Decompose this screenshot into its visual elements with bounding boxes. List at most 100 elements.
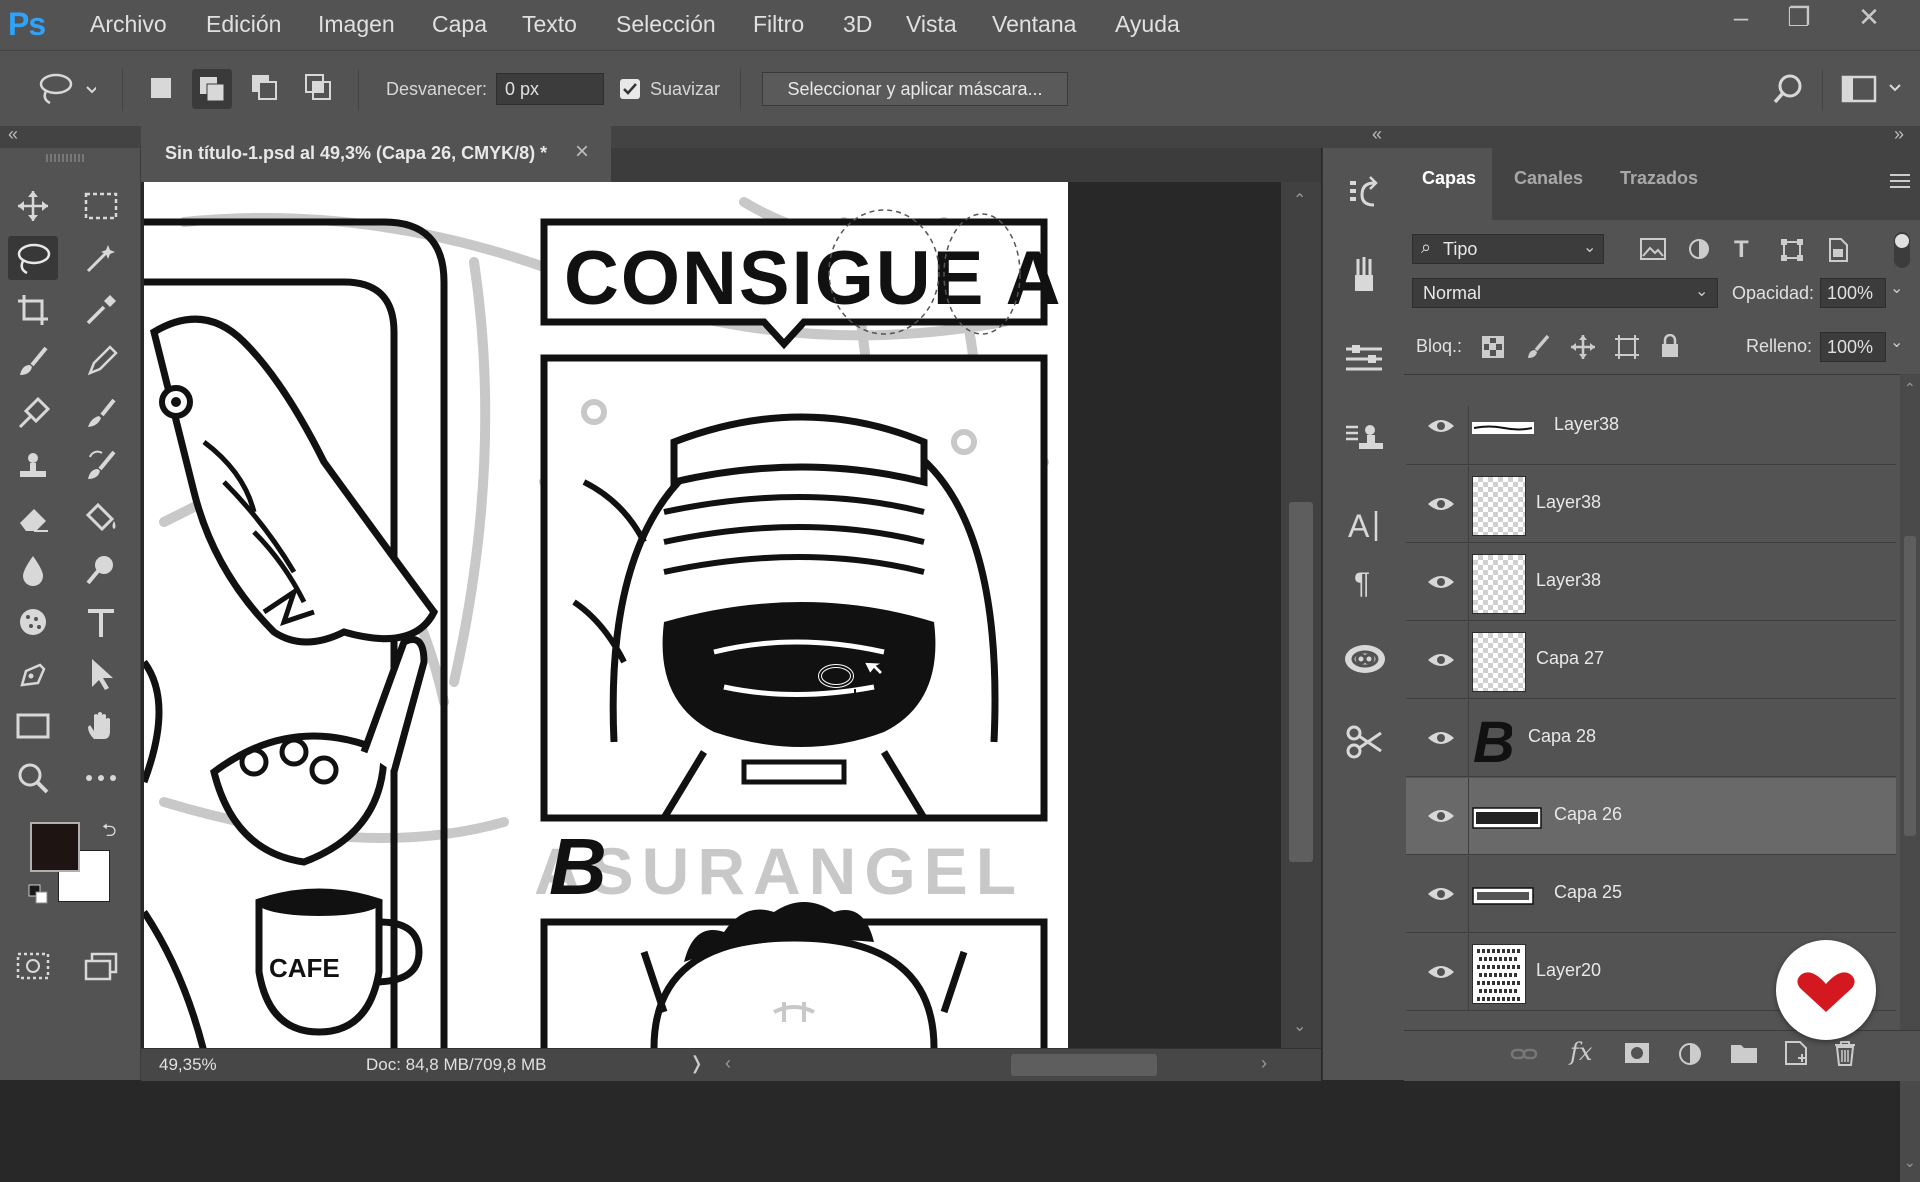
- opacity-input[interactable]: 100%: [1820, 278, 1886, 308]
- crop-tool-icon[interactable]: [8, 288, 58, 332]
- character-panel-icon[interactable]: A: [1343, 504, 1385, 546]
- more-tools-icon[interactable]: [76, 756, 126, 800]
- visibility-eye-icon[interactable]: [1426, 570, 1456, 594]
- scroll-up-arrow-icon[interactable]: ⌃: [1293, 190, 1306, 210]
- tab-layers[interactable]: Capas: [1422, 168, 1476, 189]
- new-selection-icon[interactable]: [146, 73, 180, 107]
- screen-mode-icon[interactable]: [76, 944, 126, 988]
- blend-mode-select[interactable]: Normal ⌄: [1412, 278, 1718, 308]
- pen-tool-icon[interactable]: [8, 652, 58, 696]
- menu-10[interactable]: Ventana: [992, 11, 1076, 38]
- opacity-slider-toggle[interactable]: ⌄: [1890, 278, 1903, 298]
- visibility-eye-icon[interactable]: [1426, 960, 1456, 984]
- layer-row[interactable]: Capa 26: [1406, 778, 1896, 855]
- tab-channels[interactable]: Canales: [1514, 168, 1583, 189]
- lock-artboard-icon[interactable]: [1614, 334, 1640, 365]
- subtract-from-selection-icon[interactable]: [248, 71, 282, 105]
- restore-button[interactable]: ❐: [1770, 0, 1828, 34]
- horizontal-scrollbar-thumb[interactable]: [1011, 1054, 1157, 1076]
- path-selection-tool-icon[interactable]: [76, 652, 126, 696]
- menu-9[interactable]: Vista: [906, 11, 957, 38]
- layer-name[interactable]: Layer38: [1536, 570, 1601, 591]
- quick-mask-icon[interactable]: [8, 944, 58, 988]
- brush-tool-icon[interactable]: [8, 340, 58, 384]
- canvas-area[interactable]: ASURANGEL CAFE CONSIGUE A: B: [141, 182, 1281, 1048]
- scroll-down-arrow-icon[interactable]: ⌄: [1293, 1016, 1306, 1036]
- paragraph-panel-icon[interactable]: ¶: [1343, 560, 1385, 602]
- hscroll-right-arrow-icon[interactable]: ›: [1261, 1053, 1267, 1074]
- visibility-eye-icon[interactable]: [1426, 414, 1456, 438]
- history-panel-icon[interactable]: [1343, 172, 1385, 214]
- menu-4[interactable]: Capa: [432, 11, 487, 38]
- tool-presets-panel-icon[interactable]: [1343, 720, 1385, 762]
- layer-row[interactable]: B Capa 28: [1406, 700, 1896, 777]
- menu-8[interactable]: 3D: [843, 11, 872, 38]
- zoom-level[interactable]: 49,35%: [159, 1055, 217, 1075]
- layer-name[interactable]: Layer38: [1554, 414, 1619, 435]
- default-colors-icon[interactable]: [28, 884, 48, 904]
- paint-bucket-tool-icon[interactable]: [76, 496, 126, 540]
- eyedropper-tool-icon[interactable]: [76, 288, 126, 332]
- libraries-panel-icon[interactable]: [1343, 638, 1385, 680]
- select-and-mask-button[interactable]: Seleccionar y aplicar máscara...: [762, 72, 1068, 106]
- mixer-brush-tool-icon[interactable]: [76, 392, 126, 436]
- collapse-icon-strip-button[interactable]: «: [1372, 124, 1382, 145]
- fill-input[interactable]: 100%: [1820, 332, 1886, 362]
- marquee-tool-icon[interactable]: [76, 184, 126, 228]
- layer-row[interactable]: Capa 27: [1406, 622, 1896, 699]
- close-window-button[interactable]: ✕: [1840, 0, 1898, 34]
- collapse-toolbar-button[interactable]: «: [8, 124, 18, 145]
- type-tool-icon[interactable]: [76, 600, 126, 644]
- layer-row[interactable]: Layer38: [1406, 544, 1896, 621]
- layer-list[interactable]: Layer38 Layer38 Layer38 Capa 27 B Capa 28 Capa…: [1404, 406, 1898, 1030]
- fill-slider-toggle[interactable]: ⌄: [1890, 332, 1903, 352]
- menu-3[interactable]: Imagen: [318, 11, 395, 38]
- add-mask-icon[interactable]: [1624, 1042, 1650, 1069]
- menu-11[interactable]: Ayuda: [1115, 11, 1180, 38]
- rectangle-tool-icon[interactable]: [8, 704, 58, 748]
- layer-name[interactable]: Layer38: [1536, 492, 1601, 513]
- blur-tool-icon[interactable]: [8, 548, 58, 592]
- zoom-tool-icon[interactable]: [8, 756, 58, 800]
- healing-brush-tool-icon[interactable]: [8, 392, 58, 436]
- brush-settings-panel-icon[interactable]: [1343, 254, 1385, 296]
- new-adjustment-layer-icon[interactable]: [1678, 1042, 1702, 1071]
- close-document-button[interactable]: ×: [575, 138, 589, 166]
- layer-row[interactable]: Layer38: [1406, 406, 1896, 465]
- lock-image-pixels-icon[interactable]: [1526, 334, 1550, 365]
- new-group-icon[interactable]: [1730, 1042, 1758, 1069]
- layer-effects-icon[interactable]: fx: [1570, 1038, 1592, 1066]
- clone-stamp-tool-icon[interactable]: [8, 444, 58, 488]
- pencil-tool-icon[interactable]: [76, 340, 126, 384]
- new-layer-icon[interactable]: [1784, 1040, 1808, 1071]
- layer-name[interactable]: Capa 27: [1536, 648, 1604, 669]
- menu-1[interactable]: Archivo: [90, 11, 167, 38]
- hand-tool-icon[interactable]: [76, 704, 126, 748]
- search-icon[interactable]: [1770, 71, 1804, 105]
- scrollbar-thumb[interactable]: [1289, 502, 1313, 862]
- layer-name[interactable]: Capa 28: [1528, 726, 1596, 747]
- sponge-tool-icon[interactable]: [8, 600, 58, 644]
- move-tool-icon[interactable]: [8, 184, 58, 228]
- visibility-eye-icon[interactable]: [1426, 726, 1456, 750]
- minimize-button[interactable]: –: [1712, 0, 1770, 34]
- foreground-color-swatch[interactable]: [30, 822, 80, 872]
- history-brush-tool-icon[interactable]: [76, 444, 126, 488]
- visibility-eye-icon[interactable]: [1426, 648, 1456, 672]
- dodge-tool-icon[interactable]: [76, 548, 126, 592]
- clone-source-panel-icon[interactable]: [1343, 418, 1385, 460]
- menu-6[interactable]: Selección: [616, 11, 716, 38]
- filter-toggle-switch[interactable]: [1894, 232, 1910, 268]
- menu-5[interactable]: Texto: [522, 11, 577, 38]
- scroll-down-arrow-icon[interactable]: ⌄: [1904, 1154, 1916, 1171]
- link-layers-icon[interactable]: [1510, 1044, 1538, 1069]
- visibility-eye-icon[interactable]: [1426, 804, 1456, 828]
- artboard[interactable]: ASURANGEL CAFE CONSIGUE A: B: [144, 182, 1068, 1048]
- toolbar-grip[interactable]: [46, 154, 86, 162]
- visibility-eye-icon[interactable]: [1426, 882, 1456, 906]
- menu-7[interactable]: Filtro: [753, 11, 804, 38]
- adjustments-panel-icon[interactable]: [1343, 338, 1385, 380]
- scroll-up-arrow-icon[interactable]: ⌃: [1904, 380, 1916, 397]
- status-menu-arrow-icon[interactable]: ❭: [689, 1053, 704, 1074]
- filter-type-layers-icon[interactable]: T: [1734, 236, 1749, 264]
